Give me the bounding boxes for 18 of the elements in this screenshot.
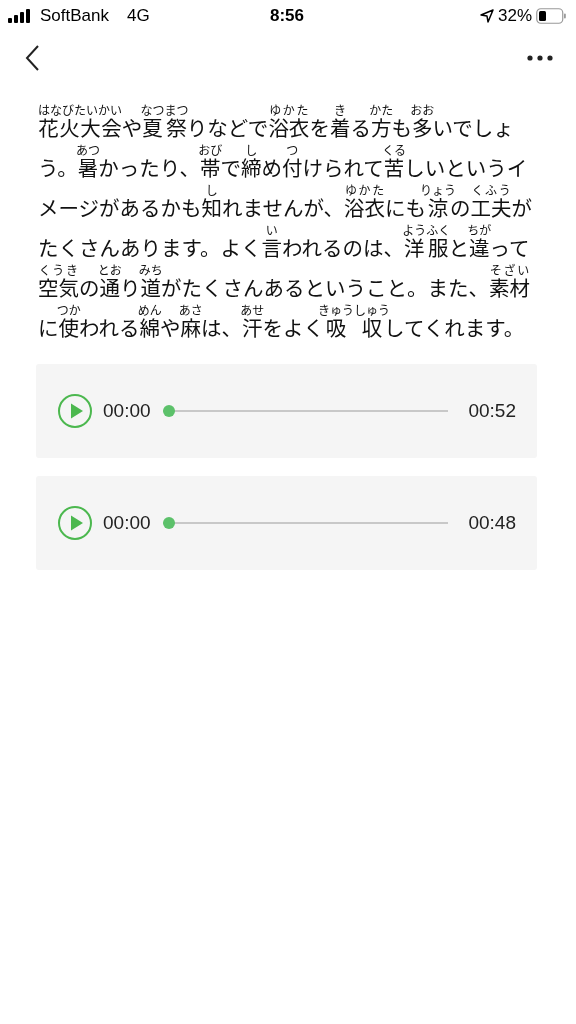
current-time: 00:00 xyxy=(103,400,151,422)
play-button[interactable] xyxy=(57,505,93,541)
play-button[interactable] xyxy=(57,393,93,429)
carrier-name: SoftBank xyxy=(40,6,109,26)
battery-percent: 32% xyxy=(497,6,532,26)
battery-icon xyxy=(536,8,566,24)
location-arrow-icon xyxy=(479,9,494,23)
current-time: 00:00 xyxy=(103,512,151,534)
clock-time: 8:56 xyxy=(270,6,304,26)
duration-time: 00:48 xyxy=(468,512,516,534)
back-chevron-icon xyxy=(24,44,40,72)
more-icon xyxy=(526,54,554,62)
progress-thumb[interactable] xyxy=(162,405,175,417)
duration-time: 00:52 xyxy=(468,400,516,422)
play-icon xyxy=(57,505,93,541)
network-type: 4G xyxy=(127,6,150,26)
progress-thumb[interactable] xyxy=(162,517,175,529)
play-icon xyxy=(57,393,93,429)
